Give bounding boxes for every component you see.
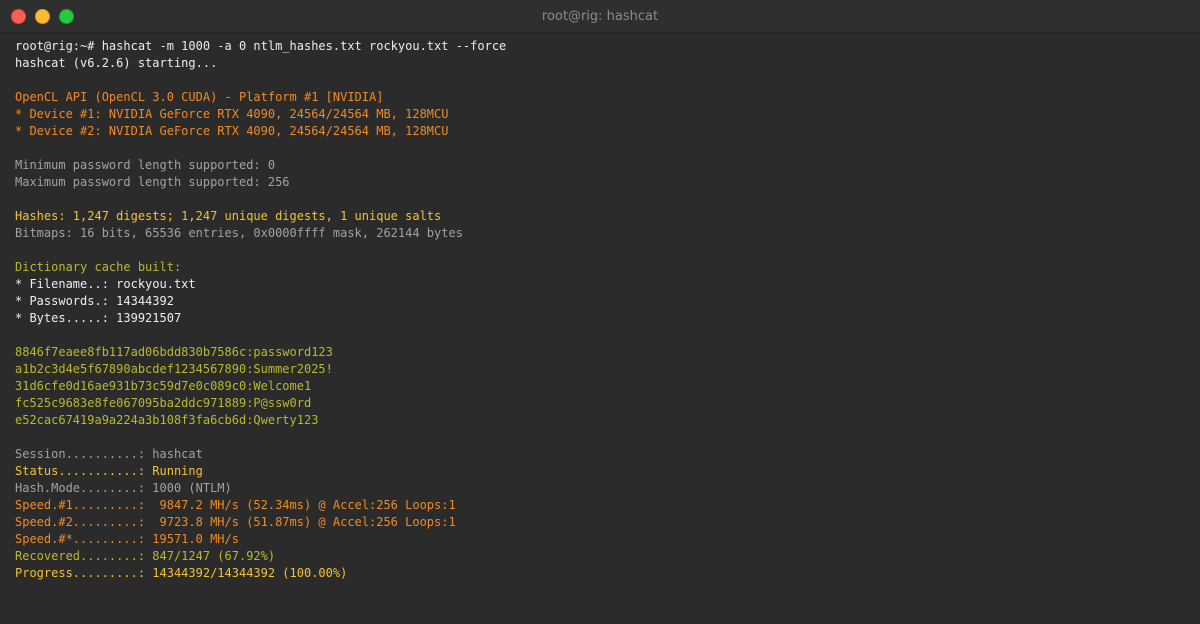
terminal-output[interactable]: root@rig:~# hashcat -m 1000 -a 0 ntlm_ha…	[15, 38, 1190, 624]
terminal-line: * Device #2: NVIDIA GeForce RTX 4090, 24…	[15, 124, 449, 138]
terminal-line: e52cac67419a9a224a3b108f3fa6cb6d:Qwerty1…	[15, 413, 319, 427]
terminal-line: * Device #1: NVIDIA GeForce RTX 4090, 24…	[15, 107, 449, 121]
terminal-line: 31d6cfe0d16ae931b73c59d7e0c089c0:Welcome…	[15, 379, 312, 393]
terminal-line: a1b2c3d4e5f67890abcdef1234567890:Summer2…	[15, 362, 333, 376]
terminal-line: Maximum password length supported: 256	[15, 175, 290, 189]
terminal-line: * Bytes.....: 139921507	[15, 311, 182, 325]
terminal-line: * Passwords.: 14344392	[15, 294, 174, 308]
terminal-line: hashcat (v6.2.6) starting...	[15, 56, 218, 70]
terminal-line: * Filename..: rockyou.txt	[15, 277, 196, 291]
terminal-window: root@rig: hashcat root@rig:~# hashcat -m…	[0, 0, 1200, 624]
terminal-line: fc525c9683e8fe067095ba2ddc971889:P@ssw0r…	[15, 396, 312, 410]
terminal-line: Speed.#*.........: 19571.0 MH/s	[15, 532, 239, 546]
terminal-line: Speed.#2.........: 9723.8 MH/s (51.87ms)…	[15, 515, 456, 529]
terminal-line: Minimum password length supported: 0	[15, 158, 276, 172]
terminal-line: 8846f7eaee8fb117ad06bdd830b7586c:passwor…	[15, 345, 333, 359]
terminal-line: Hashes: 1,247 digests; 1,247 unique dige…	[15, 209, 442, 223]
terminal-line: Speed.#1.........: 9847.2 MH/s (52.34ms)…	[15, 498, 456, 512]
terminal-line: Recovered........: 847/1247 (67.92%)	[15, 549, 276, 563]
terminal-line: Hash.Mode........: 1000 (NTLM)	[15, 481, 232, 495]
terminal-line: Bitmaps: 16 bits, 65536 entries, 0x0000f…	[15, 226, 463, 240]
terminal-line: root@rig:~# hashcat -m 1000 -a 0 ntlm_ha…	[15, 39, 507, 53]
title-bar[interactable]: root@rig: hashcat	[0, 0, 1200, 33]
window-title: root@rig: hashcat	[541, 9, 659, 24]
terminal-line: Progress.........: 14344392/14344392 (10…	[15, 566, 348, 580]
terminal-line: Dictionary cache built:	[15, 260, 182, 274]
terminal-line: OpenCL API (OpenCL 3.0 CUDA) - Platform …	[15, 90, 384, 104]
terminal-line: Session..........: hashcat	[15, 447, 203, 461]
terminal-line: Status...........: Running	[15, 464, 203, 478]
